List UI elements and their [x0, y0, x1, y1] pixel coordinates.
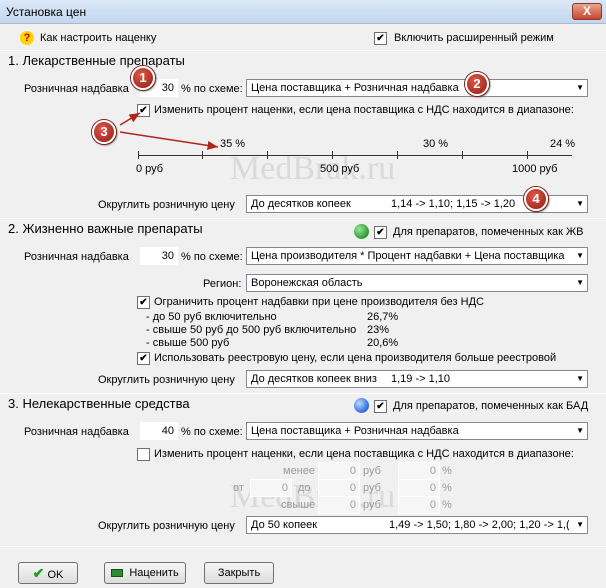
arrow-to-scale	[119, 131, 219, 150]
badge-2: 2	[465, 72, 489, 96]
annotation-arrows	[119, 112, 219, 150]
badge-1: 1	[131, 66, 155, 90]
badge-3: 3	[92, 120, 116, 144]
arrow-to-checkbox	[119, 112, 141, 126]
badge-4: 4	[524, 187, 548, 211]
